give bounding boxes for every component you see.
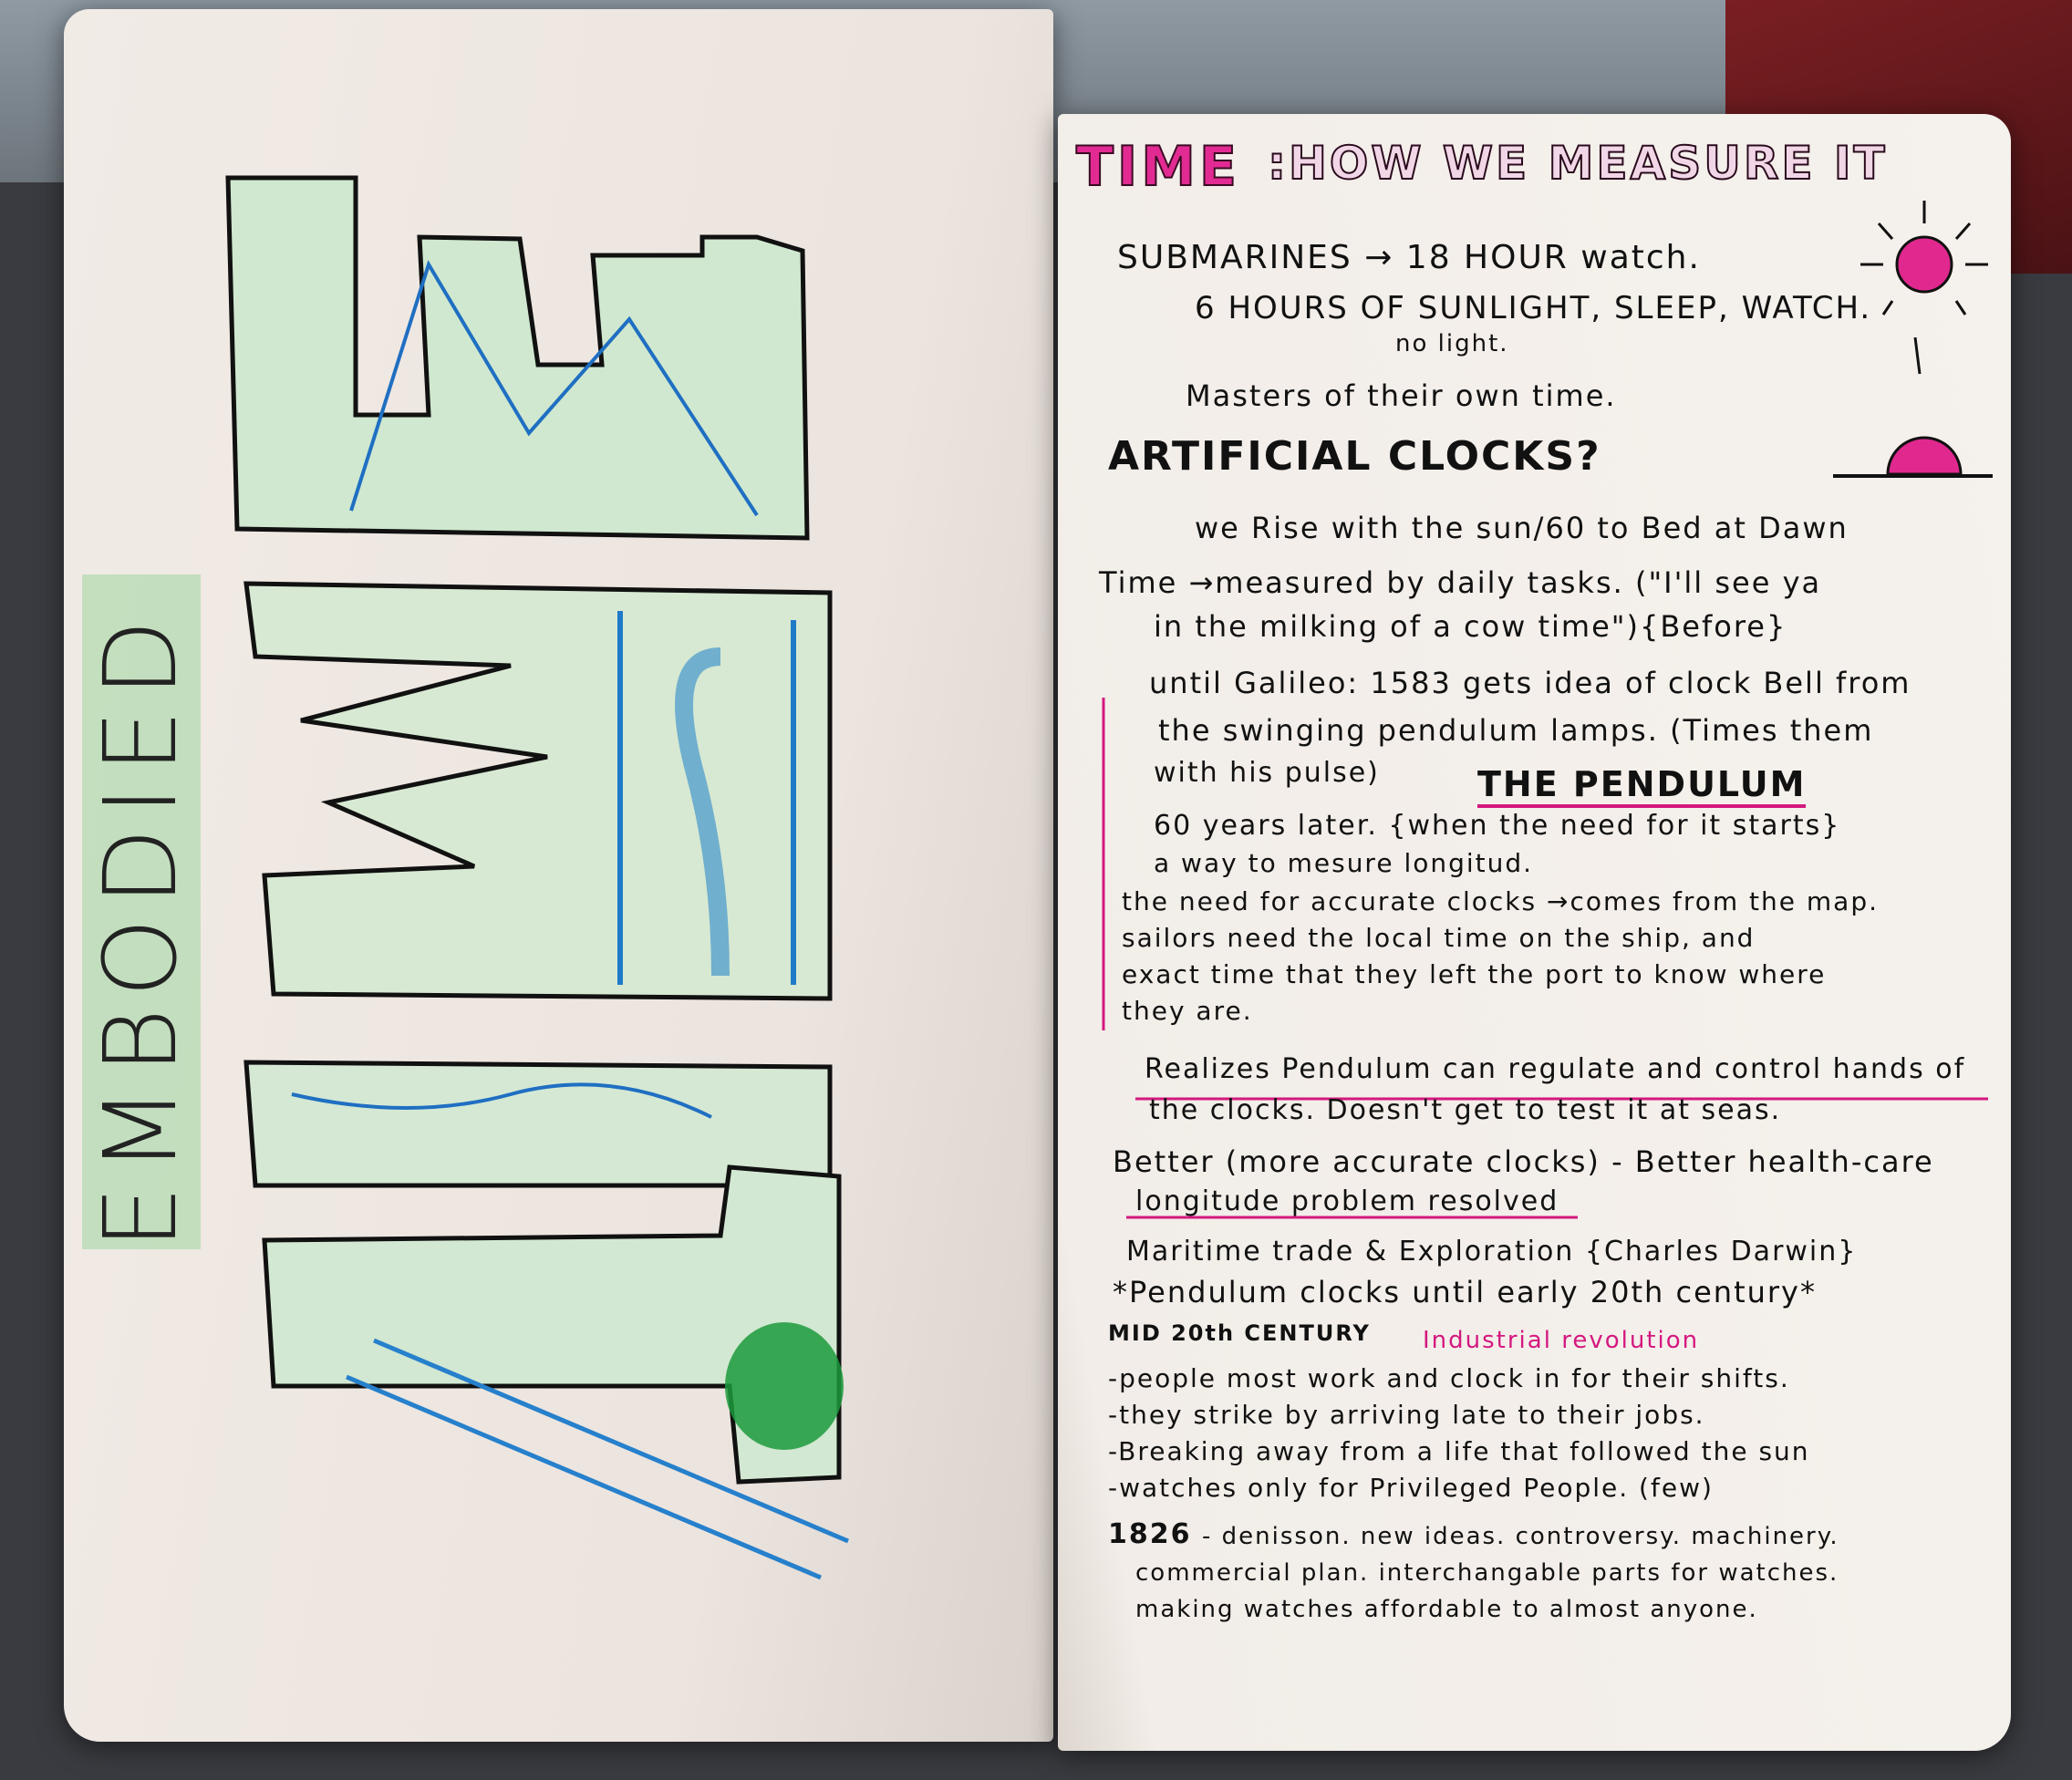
note-mid-20th-century: MID 20th CENTURY bbox=[1108, 1320, 1371, 1346]
note-line-11: with his pulse) bbox=[1154, 757, 1380, 789]
sunset-icon bbox=[1886, 436, 1963, 476]
note-line-9: until Galileo: 1583 gets idea of clock B… bbox=[1149, 666, 1911, 700]
note-line-10: the swinging pendulum lamps. (Times them bbox=[1158, 713, 1874, 748]
note-line-1: SUBMARINES → 18 HOUR watch. bbox=[1117, 239, 1701, 276]
note-line-18: they are. bbox=[1122, 996, 1253, 1026]
note-year-1826: 1826 bbox=[1108, 1518, 1192, 1550]
note-line-29: -Breaking away from a life that followed… bbox=[1108, 1436, 1810, 1466]
note-line-17: exact time that they left the port to kn… bbox=[1122, 959, 1827, 989]
arrow-down-icon bbox=[1913, 336, 1922, 375]
note-line-14: a way to mesure longitud. bbox=[1154, 848, 1534, 878]
note-line-27: -people most work and clock in for their… bbox=[1108, 1363, 1790, 1393]
note-line-22: longitude problem resolved bbox=[1135, 1185, 1559, 1217]
note-line-15: the need for accurate clocks →comes from… bbox=[1122, 886, 1879, 916]
note-line-32: - denisson. new ideas. controversy. mach… bbox=[1202, 1523, 1839, 1550]
photo-scene: EMBODIED TIME :HOW WE MEASURE IT SUBMARI… bbox=[0, 0, 2072, 1780]
note-line-3: no light. bbox=[1395, 330, 1509, 357]
note-line-23: Maritime trade & Exploration {Charles Da… bbox=[1126, 1236, 1858, 1268]
note-line-33: commercial plan. interchangable parts fo… bbox=[1135, 1559, 1839, 1587]
note-line-30: -watches only for Privileged People. (fe… bbox=[1108, 1473, 1714, 1503]
note-heading-pendulum: THE PENDULUM bbox=[1477, 764, 1807, 804]
note-line-7: Time →measured by daily tasks. ("I'll se… bbox=[1099, 565, 1822, 600]
note-industrial-revolution: Industrial revolution bbox=[1423, 1327, 1700, 1354]
note-line-19: Realizes Pendulum can regulate and contr… bbox=[1145, 1053, 1966, 1085]
note-line-21: Better (more accurate clocks) - Better h… bbox=[1113, 1144, 1934, 1179]
note-line-4: Masters of their own time. bbox=[1186, 378, 1617, 413]
note-line-16: sailors need the local time on the ship,… bbox=[1122, 923, 1756, 953]
note-line-34: making watches affordable to almost anyo… bbox=[1135, 1596, 1758, 1623]
note-heading-artificial-clocks: ARTIFICIAL CLOCKS? bbox=[1108, 433, 1601, 480]
sun-icon bbox=[1895, 235, 1953, 294]
note-line-8: in the milking of a cow time"){Before} bbox=[1154, 609, 1787, 644]
note-line-2: 6 HOURS OF SUNLIGHT, SLEEP, WATCH. bbox=[1195, 290, 1872, 326]
note-line-28: -they strike by arriving late to their j… bbox=[1108, 1400, 1705, 1430]
note-line-20: the clocks. Doesn't get to test it at se… bbox=[1149, 1094, 1782, 1126]
note-line-24: *Pendulum clocks until early 20th centur… bbox=[1113, 1275, 1817, 1309]
note-line-13: 60 years later. {when the need for it st… bbox=[1154, 810, 1841, 842]
note-line-6: we Rise with the sun/60 to Bed at Dawn bbox=[1195, 511, 1849, 545]
